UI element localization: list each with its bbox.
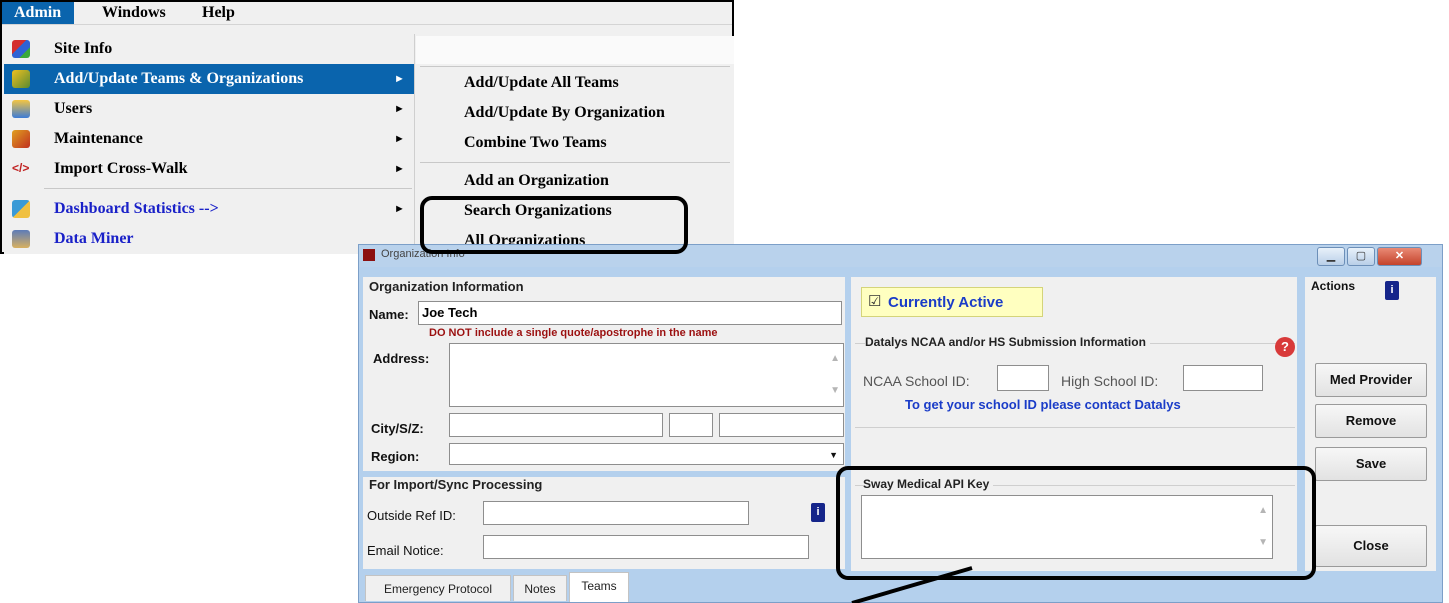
callout-pointer-line bbox=[851, 566, 973, 603]
callout-line bbox=[851, 566, 973, 603]
